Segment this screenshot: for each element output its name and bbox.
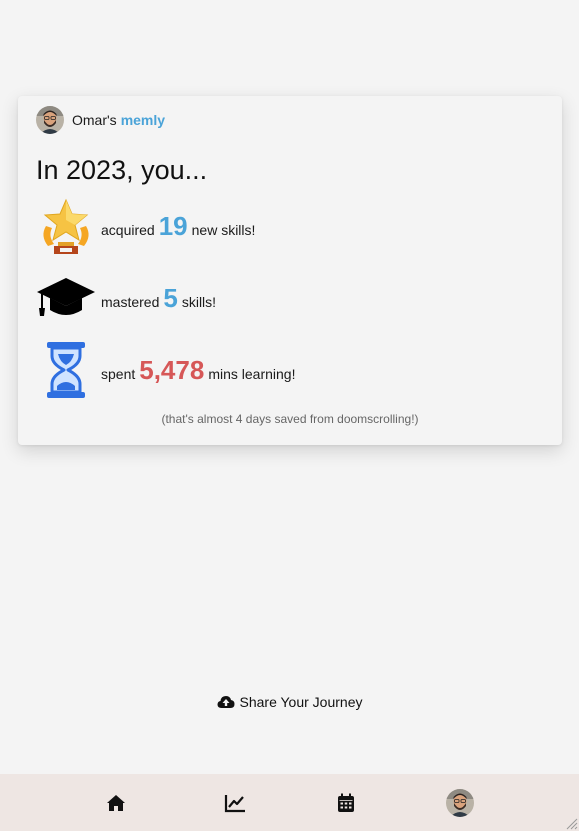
stat-value: 5 <box>163 282 178 313</box>
share-label: Share Your Journey <box>239 694 363 710</box>
profile-avatar <box>446 789 474 817</box>
owner-name: Omar's <box>72 112 117 128</box>
cloud-upload-icon <box>217 696 234 708</box>
stat-acquired: acquired 19 new skills! <box>36 196 255 256</box>
hourglass-icon <box>36 340 96 400</box>
calendar-icon <box>338 793 354 812</box>
home-icon <box>107 795 125 811</box>
brand-name: memly <box>120 112 166 128</box>
card-owner: Omar's memly <box>36 106 165 134</box>
stat-spent: spent 5,478 mins learning! <box>36 340 295 400</box>
nav-progress[interactable] <box>220 788 250 818</box>
stat-prefix: acquired <box>101 221 155 238</box>
share-journey-button[interactable]: Share Your Journey <box>0 694 579 710</box>
stat-mastered-text: mastered 5 skills! <box>101 283 216 314</box>
bottom-nav <box>0 774 579 831</box>
user-avatar <box>36 106 64 134</box>
chart-line-icon <box>224 794 245 812</box>
stat-suffix: mins learning! <box>208 365 296 382</box>
resize-handle-icon[interactable] <box>566 818 578 830</box>
stat-suffix: skills! <box>181 293 217 310</box>
stat-prefix: spent <box>101 365 136 382</box>
recap-headline: In 2023, you... <box>36 155 208 185</box>
stat-prefix: mastered <box>101 293 160 310</box>
nav-home[interactable] <box>101 788 131 818</box>
stat-mastered: mastered 5 skills! <box>36 268 216 328</box>
stat-value: 5,478 <box>139 354 205 385</box>
stat-spent-text: spent 5,478 mins learning! <box>101 355 295 386</box>
stat-value: 19 <box>158 210 188 241</box>
recap-card: Omar's memly In 2023, you... acquired 19… <box>18 96 562 445</box>
trophy-star-icon <box>36 196 96 256</box>
nav-calendar[interactable] <box>331 788 361 818</box>
stat-suffix: new skills! <box>191 221 256 238</box>
doomscroll-note: (that's almost 4 days saved from doomscr… <box>161 412 419 426</box>
graduation-cap-icon <box>36 268 96 328</box>
stat-acquired-text: acquired 19 new skills! <box>101 211 255 242</box>
nav-profile[interactable] <box>445 788 475 818</box>
